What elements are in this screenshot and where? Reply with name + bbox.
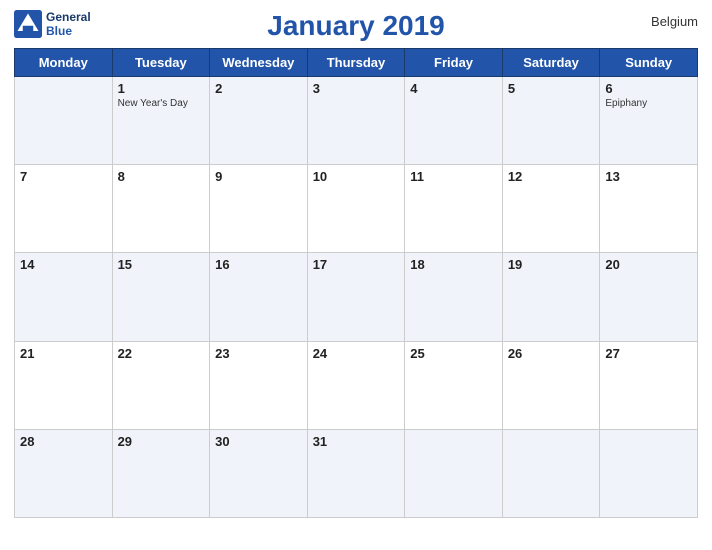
week-row-4: 21 22 23 24 25 26 27 [15, 341, 698, 429]
day-header-tuesday: Tuesday [112, 49, 210, 77]
date-number: 12 [508, 169, 595, 184]
calendar-header: General Blue January 2019 Belgium [14, 10, 698, 42]
date-number: 2 [215, 81, 302, 96]
calendar-cell: 13 [600, 165, 698, 253]
date-number: 26 [508, 346, 595, 361]
date-number: 6 [605, 81, 692, 96]
calendar-cell: 7 [15, 165, 113, 253]
holiday-label: Epiphany [605, 98, 692, 109]
holiday-label: New Year's Day [118, 98, 205, 109]
country-label: Belgium [651, 14, 698, 29]
date-number: 17 [313, 257, 400, 272]
date-number: 20 [605, 257, 692, 272]
date-number: 1 [118, 81, 205, 96]
week-row-5: 28 29 30 31 [15, 429, 698, 517]
calendar-cell: 29 [112, 429, 210, 517]
date-number: 3 [313, 81, 400, 96]
calendar-cell: 8 [112, 165, 210, 253]
calendar-cell: 27 [600, 341, 698, 429]
logo-text: General Blue [46, 10, 91, 39]
calendar-cell [15, 77, 113, 165]
calendar-container: General Blue January 2019 Belgium Monday… [0, 0, 712, 550]
calendar-title: January 2019 [267, 10, 444, 42]
calendar-cell: 12 [502, 165, 600, 253]
calendar-cell: 17 [307, 253, 405, 341]
date-number: 19 [508, 257, 595, 272]
date-number: 15 [118, 257, 205, 272]
day-header-wednesday: Wednesday [210, 49, 308, 77]
calendar-cell: 18 [405, 253, 503, 341]
date-number: 18 [410, 257, 497, 272]
day-header-thursday: Thursday [307, 49, 405, 77]
date-number: 30 [215, 434, 302, 449]
calendar-cell: 9 [210, 165, 308, 253]
date-number: 13 [605, 169, 692, 184]
date-number: 21 [20, 346, 107, 361]
date-number: 10 [313, 169, 400, 184]
date-number: 29 [118, 434, 205, 449]
week-row-1: 1 New Year's Day 23456 Epiphany [15, 77, 698, 165]
calendar-cell: 25 [405, 341, 503, 429]
calendar-cell: 30 [210, 429, 308, 517]
calendar-cell: 4 [405, 77, 503, 165]
calendar-cell: 26 [502, 341, 600, 429]
calendar-cell: 24 [307, 341, 405, 429]
date-number: 24 [313, 346, 400, 361]
logo-general: General [46, 10, 91, 24]
calendar-cell: 10 [307, 165, 405, 253]
date-number: 8 [118, 169, 205, 184]
date-number: 14 [20, 257, 107, 272]
calendar-cell: 11 [405, 165, 503, 253]
calendar-cell: 15 [112, 253, 210, 341]
date-number: 31 [313, 434, 400, 449]
date-number: 23 [215, 346, 302, 361]
calendar-cell: 16 [210, 253, 308, 341]
calendar-cell: 23 [210, 341, 308, 429]
date-number: 28 [20, 434, 107, 449]
calendar-cell: 20 [600, 253, 698, 341]
logo-icon [14, 10, 42, 38]
week-row-2: 789 10 11 12 13 [15, 165, 698, 253]
calendar-cell: 3 [307, 77, 405, 165]
calendar-cell [600, 429, 698, 517]
calendar-cell: 6 Epiphany [600, 77, 698, 165]
calendar-cell: 22 [112, 341, 210, 429]
date-number: 27 [605, 346, 692, 361]
calendar-cell: 31 [307, 429, 405, 517]
week-row-3: 14 15 16 17 18 19 20 [15, 253, 698, 341]
date-number: 9 [215, 169, 302, 184]
date-number: 4 [410, 81, 497, 96]
date-number: 25 [410, 346, 497, 361]
date-number: 5 [508, 81, 595, 96]
day-header-monday: Monday [15, 49, 113, 77]
calendar-cell: 19 [502, 253, 600, 341]
logo-blue: Blue [46, 24, 91, 38]
date-number: 11 [410, 169, 497, 184]
calendar-cell: 14 [15, 253, 113, 341]
date-number: 7 [20, 169, 107, 184]
calendar-cell [405, 429, 503, 517]
calendar-cell: 5 [502, 77, 600, 165]
header-row: MondayTuesdayWednesdayThursdayFridaySatu… [15, 49, 698, 77]
date-number: 22 [118, 346, 205, 361]
calendar-cell [502, 429, 600, 517]
calendar-cell: 1 New Year's Day [112, 77, 210, 165]
calendar-cell: 21 [15, 341, 113, 429]
date-number: 16 [215, 257, 302, 272]
day-header-friday: Friday [405, 49, 503, 77]
day-header-saturday: Saturday [502, 49, 600, 77]
calendar-table: MondayTuesdayWednesdayThursdayFridaySatu… [14, 48, 698, 518]
day-header-sunday: Sunday [600, 49, 698, 77]
calendar-cell: 28 [15, 429, 113, 517]
logo: General Blue [14, 10, 91, 39]
calendar-cell: 2 [210, 77, 308, 165]
